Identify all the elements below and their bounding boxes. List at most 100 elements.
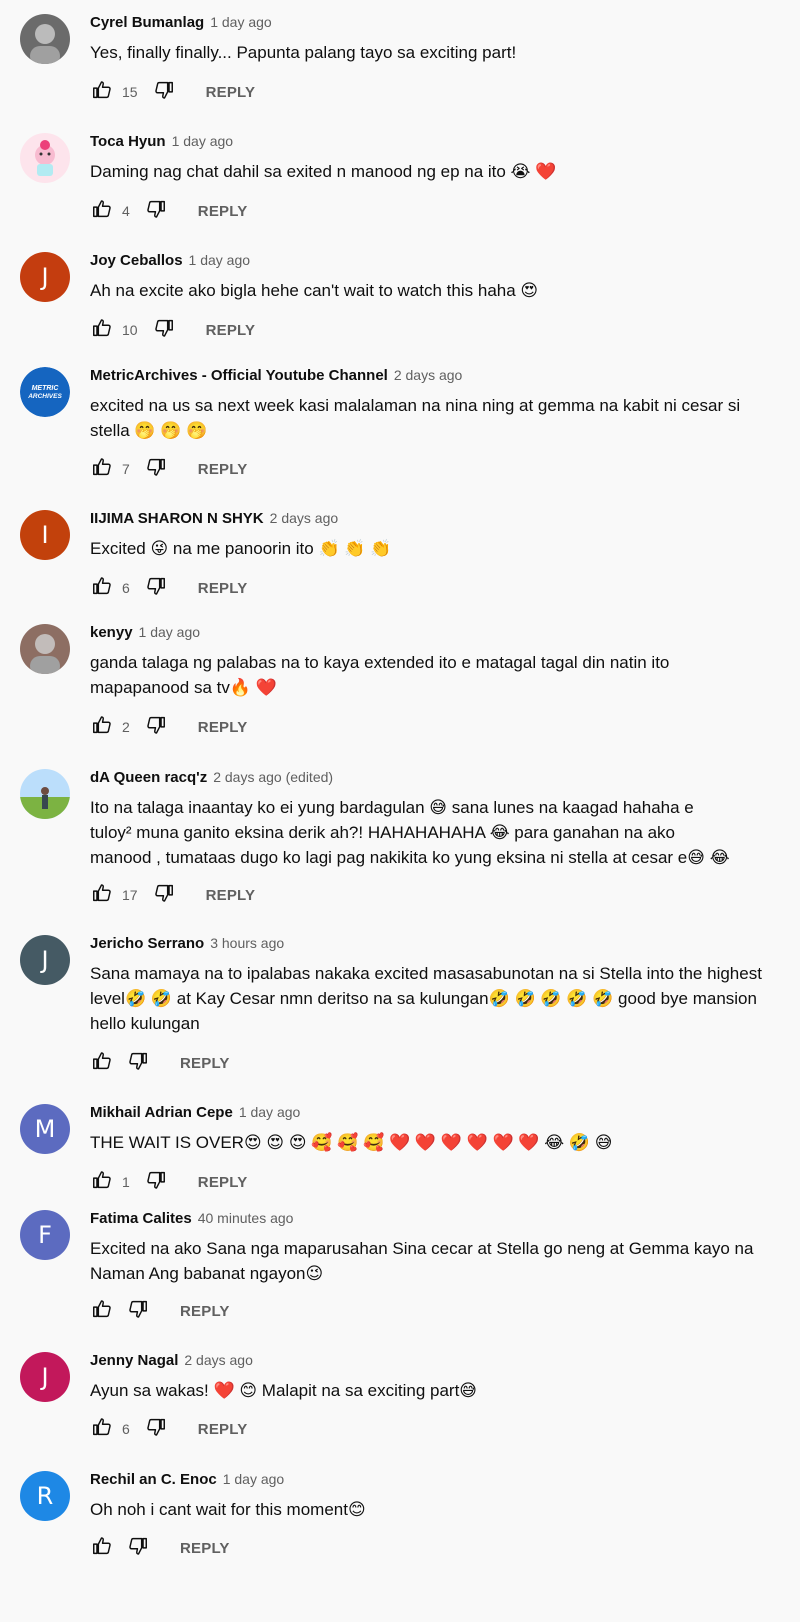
- comment-body: dA Queen racq'z 2 days ago (edited) Ito n…: [90, 767, 730, 904]
- comment-text: Oh noh i cant wait for this moment😊: [90, 1500, 366, 1519]
- comment-actions: 10 REPLY: [90, 316, 255, 344]
- reply-button[interactable]: REPLY: [198, 461, 248, 478]
- reply-button[interactable]: REPLY: [180, 1540, 230, 1557]
- avatar-letter: J: [41, 263, 49, 291]
- thumbs-down-icon: [145, 456, 167, 483]
- comment-time[interactable]: 1 day ago: [210, 14, 272, 30]
- author-name[interactable]: Toca Hyun: [90, 133, 166, 150]
- author-name[interactable]: Jericho Serrano: [90, 935, 204, 952]
- comment-actions: REPLY: [90, 1297, 230, 1325]
- author-name[interactable]: kenyy: [90, 624, 133, 641]
- comment-actions: 17 REPLY: [90, 881, 255, 909]
- like-button[interactable]: [90, 318, 114, 342]
- comment-text: Daming nag chat dahil sa exited n manood…: [90, 162, 557, 181]
- comment-body: Joy Ceballos 1 day ago Ah na excite ako b…: [90, 250, 790, 339]
- cartoon-avatar-icon: [20, 133, 70, 183]
- avatar[interactable]: I: [20, 510, 70, 560]
- author-name[interactable]: IIJIMA SHARON N SHYK: [90, 510, 264, 527]
- comment-actions: 1 REPLY: [90, 1168, 247, 1196]
- avatar[interactable]: F: [20, 1210, 70, 1260]
- avatar[interactable]: J: [20, 252, 70, 302]
- like-button[interactable]: [90, 1051, 114, 1075]
- dislike-button[interactable]: [144, 1417, 168, 1441]
- dislike-button[interactable]: [144, 457, 168, 481]
- comment-header: dA Queen racq'z 2 days ago (edited): [90, 767, 730, 787]
- avatar[interactable]: [20, 133, 70, 183]
- comment-time[interactable]: 1 day ago: [239, 1104, 301, 1120]
- author-name[interactable]: Mikhail Adrian Cepe: [90, 1104, 233, 1121]
- dislike-button[interactable]: [144, 576, 168, 600]
- comment-header: MetricArchives - Official Youtube Channe…: [90, 365, 770, 385]
- reply-button[interactable]: REPLY: [206, 322, 256, 339]
- like-button[interactable]: [90, 576, 114, 600]
- dislike-button[interactable]: [144, 199, 168, 223]
- like-button[interactable]: [90, 1536, 114, 1560]
- dislike-button[interactable]: [152, 318, 176, 342]
- dislike-button[interactable]: [152, 883, 176, 907]
- dislike-button[interactable]: [126, 1536, 150, 1560]
- comment-actions: 6 REPLY: [90, 574, 247, 602]
- thumbs-down-icon: [145, 714, 167, 741]
- thumbs-up-icon: [91, 1050, 113, 1077]
- author-name[interactable]: Joy Ceballos: [90, 252, 183, 269]
- dislike-button[interactable]: [126, 1051, 150, 1075]
- avatar[interactable]: J: [20, 935, 70, 985]
- avatar[interactable]: [20, 624, 70, 674]
- dislike-button[interactable]: [152, 80, 176, 104]
- author-name[interactable]: Cyrel Bumanlag: [90, 14, 204, 31]
- thumbs-down-icon: [127, 1050, 149, 1077]
- avatar-letter: M: [34, 1115, 56, 1143]
- like-button[interactable]: [90, 715, 114, 739]
- comment-time[interactable]: 1 day ago: [189, 252, 251, 268]
- comment-time[interactable]: 2 days ago: [184, 1352, 253, 1368]
- reply-button[interactable]: REPLY: [180, 1055, 230, 1072]
- like-button[interactable]: [90, 80, 114, 104]
- author-name[interactable]: MetricArchives - Official Youtube Channe…: [90, 367, 388, 384]
- reply-button[interactable]: REPLY: [206, 887, 256, 904]
- comment-time[interactable]: 2 days ago (edited): [213, 769, 333, 785]
- comment-body: kenyy 1 day ago ganda talaga ng palabas n…: [90, 622, 730, 736]
- like-button[interactable]: [90, 883, 114, 907]
- avatar[interactable]: METRIC ARCHIVES: [20, 367, 70, 417]
- reply-button[interactable]: REPLY: [198, 580, 248, 597]
- author-name[interactable]: dA Queen racq'z: [90, 769, 207, 786]
- like-count: 6: [122, 1421, 130, 1437]
- like-count: 6: [122, 580, 130, 596]
- reply-button[interactable]: REPLY: [198, 719, 248, 736]
- dislike-button[interactable]: [144, 1170, 168, 1194]
- comment-time[interactable]: 1 day ago: [223, 1471, 285, 1487]
- reply-button[interactable]: REPLY: [198, 1421, 248, 1438]
- avatar[interactable]: [20, 769, 70, 819]
- comment-time[interactable]: 2 days ago: [270, 510, 339, 526]
- like-count: 15: [122, 84, 138, 100]
- author-name[interactable]: Fatima Calites: [90, 1210, 192, 1227]
- comment-time[interactable]: 1 day ago: [172, 133, 234, 149]
- reply-button[interactable]: REPLY: [198, 1174, 248, 1191]
- author-name[interactable]: Jenny Nagal: [90, 1352, 178, 1369]
- comment-text: Ayun sa wakas! ❤️ 😊 Malapit na sa exciti…: [90, 1381, 478, 1400]
- reply-button[interactable]: REPLY: [198, 203, 248, 220]
- avatar-letter: I: [41, 521, 49, 549]
- like-button[interactable]: [90, 1417, 114, 1441]
- reply-button[interactable]: REPLY: [206, 84, 256, 101]
- author-name[interactable]: Rechil an C. Enoc: [90, 1471, 217, 1488]
- like-button[interactable]: [90, 457, 114, 481]
- dislike-button[interactable]: [144, 715, 168, 739]
- dislike-button[interactable]: [126, 1299, 150, 1323]
- avatar[interactable]: J: [20, 1352, 70, 1402]
- comment-actions: 7 REPLY: [90, 455, 247, 483]
- avatar[interactable]: [20, 14, 70, 64]
- comment-time[interactable]: 40 minutes ago: [198, 1210, 294, 1226]
- comment-text: ganda talaga ng palabas na to kaya exten…: [90, 653, 670, 697]
- comment-header: Mikhail Adrian Cepe 1 day ago: [90, 1102, 790, 1122]
- thumbs-down-icon: [127, 1298, 149, 1325]
- avatar[interactable]: M: [20, 1104, 70, 1154]
- like-button[interactable]: [90, 199, 114, 223]
- avatar[interactable]: R: [20, 1471, 70, 1521]
- like-button[interactable]: [90, 1299, 114, 1323]
- reply-button[interactable]: REPLY: [180, 1303, 230, 1320]
- comment-time[interactable]: 3 hours ago: [210, 935, 284, 951]
- like-button[interactable]: [90, 1170, 114, 1194]
- comment-time[interactable]: 2 days ago: [394, 367, 463, 383]
- comment-time[interactable]: 1 day ago: [139, 624, 201, 640]
